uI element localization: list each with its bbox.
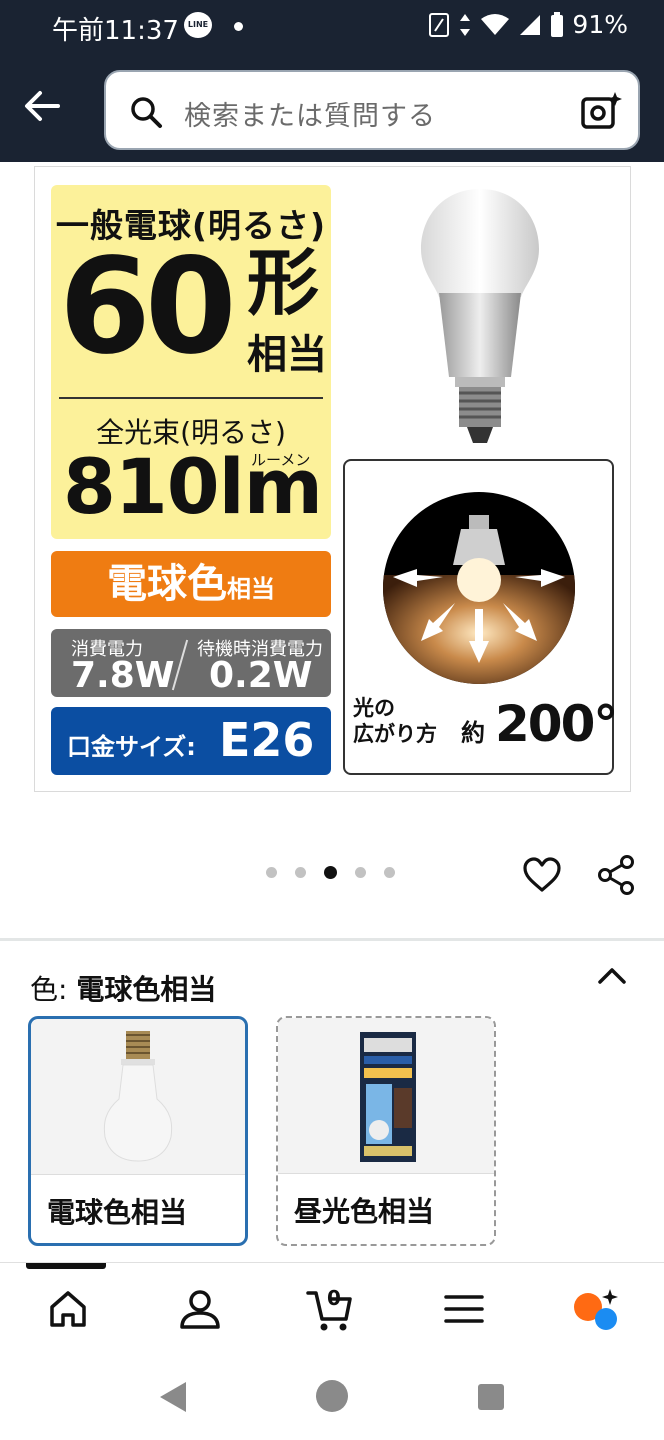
search-icon bbox=[131, 97, 162, 128]
battery-icon bbox=[551, 11, 564, 37]
search-field[interactable]: 検索または質問する bbox=[104, 70, 640, 150]
account-icon[interactable] bbox=[176, 1285, 224, 1333]
cart-count: 0 bbox=[327, 1286, 341, 1310]
equivalent-label: 相当 bbox=[247, 332, 327, 378]
wattage-unit: 形 bbox=[247, 241, 320, 325]
power-badge: 消費電力 待機時消費電力 7.8W 0.2W bbox=[51, 629, 331, 697]
option-thumbnail bbox=[31, 1019, 245, 1175]
spread-label: 光の 広がり方 bbox=[353, 695, 437, 748]
variation-selected: 電球色相当 bbox=[76, 973, 217, 1006]
back-arrow-icon[interactable] bbox=[20, 84, 64, 128]
camera-search-icon[interactable] bbox=[580, 90, 622, 132]
brightness-panel: 一般電球(明るさ) 60 形 相当 全光束(明るさ) ルーメン 810lm bbox=[51, 185, 331, 539]
package-thumbnail bbox=[360, 1032, 416, 1162]
share-icon[interactable] bbox=[596, 854, 636, 896]
product-image[interactable]: 一般電球(明るさ) 60 形 相当 全光束(明るさ) ルーメン 810lm 電球… bbox=[34, 166, 631, 792]
nav-home-icon[interactable] bbox=[314, 1378, 350, 1414]
status-bar: 午前11:37 LINE 91% bbox=[0, 0, 664, 56]
heart-icon[interactable] bbox=[522, 856, 562, 894]
nav-recents-icon[interactable] bbox=[476, 1382, 506, 1412]
wifi-icon bbox=[481, 13, 510, 35]
carousel-dot[interactable] bbox=[295, 867, 306, 878]
section-divider bbox=[0, 938, 664, 941]
battery-percent: 91% bbox=[572, 10, 628, 39]
line-notification-icon: LINE bbox=[184, 12, 212, 38]
wattage-equivalent: 60 bbox=[59, 230, 237, 384]
nfc-icon bbox=[429, 12, 450, 37]
variation-header: 色: 電球色相当 bbox=[30, 968, 216, 1008]
power-value: 7.8W bbox=[71, 655, 175, 696]
nav-back-icon[interactable] bbox=[156, 1380, 188, 1414]
menu-icon[interactable] bbox=[440, 1285, 488, 1333]
chevron-up-icon[interactable] bbox=[596, 960, 628, 992]
light-color: 電球色 bbox=[107, 561, 227, 607]
variation-option-warm[interactable]: 電球色相当 bbox=[28, 1016, 248, 1246]
notification-dot-icon bbox=[234, 22, 243, 31]
spread-label-line1: 光の bbox=[353, 696, 395, 720]
search-header: 検索または質問する bbox=[0, 56, 664, 162]
light-spread-panel: 光の 広がり方 約 200° bbox=[343, 459, 618, 775]
data-arrows-icon bbox=[460, 13, 471, 36]
standby-value: 0.2W bbox=[209, 655, 313, 696]
spread-approx: 約 bbox=[461, 719, 485, 747]
variation-label: 色: bbox=[30, 973, 68, 1006]
rufus-assistant-icon[interactable] bbox=[572, 1285, 620, 1333]
status-indicators: 91% bbox=[428, 10, 628, 39]
carousel-dot[interactable] bbox=[266, 867, 277, 878]
carousel-dots bbox=[266, 866, 395, 879]
base-value: E26 bbox=[219, 713, 315, 767]
carousel-dot[interactable] bbox=[355, 867, 366, 878]
home-icon[interactable] bbox=[44, 1285, 92, 1333]
spread-value: 200° bbox=[495, 695, 618, 753]
active-tab-indicator bbox=[26, 1263, 106, 1269]
carousel-dot-active[interactable] bbox=[324, 866, 337, 879]
lumens-value: 810lm bbox=[63, 442, 323, 531]
search-placeholder: 検索または質問する bbox=[184, 101, 436, 132]
option-thumbnail bbox=[278, 1018, 494, 1174]
led-bulb-illustration bbox=[421, 189, 539, 443]
option-label: 昼光色相当 bbox=[294, 1195, 435, 1228]
divider-line bbox=[59, 397, 323, 399]
system-nav-bar bbox=[0, 1354, 664, 1440]
variation-option-daylight[interactable]: 昼光色相当 bbox=[276, 1016, 496, 1246]
light-spread-diagram bbox=[383, 492, 575, 684]
light-color-suffix: 相当 bbox=[227, 575, 275, 603]
base-label: 口金サイズ: bbox=[67, 733, 196, 761]
base-size-badge: 口金サイズ: E26 bbox=[51, 707, 331, 775]
status-time: 午前11:37 bbox=[52, 16, 179, 46]
bulb-thumbnail bbox=[103, 1031, 173, 1162]
option-label: 電球色相当 bbox=[47, 1196, 188, 1229]
light-color-badge: 電球色相当 bbox=[51, 551, 331, 617]
spread-label-line2: 広がり方 bbox=[353, 722, 437, 747]
carousel-dot[interactable] bbox=[384, 867, 395, 878]
signal-icon bbox=[520, 14, 541, 35]
